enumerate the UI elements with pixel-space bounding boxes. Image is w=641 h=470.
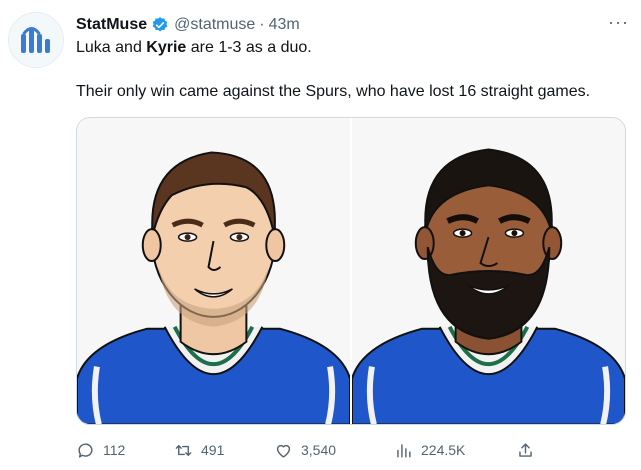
like-count: 3,540 — [301, 442, 337, 458]
reply-button[interactable]: 112 — [76, 438, 125, 462]
timestamp[interactable]: 43m — [269, 16, 300, 34]
share-button[interactable] — [516, 438, 535, 462]
retweet-count: 491 — [201, 442, 225, 458]
tweet-text-line-1: Luka and Kyrie are 1-3 as a duo. — [76, 38, 621, 58]
separator: · — [259, 16, 265, 33]
like-button[interactable]: 3,540 — [274, 438, 336, 462]
reply-count: 112 — [103, 442, 126, 458]
author-name[interactable]: StatMuse — [76, 16, 147, 34]
retweet-icon — [175, 444, 192, 456]
avatar[interactable] — [8, 12, 64, 68]
reply-icon — [78, 442, 93, 458]
player-illustration-right[interactable] — [352, 118, 625, 424]
tweet-actions: 112 491 3,540 224.5K — [76, 438, 626, 462]
author-handle[interactable]: @statmuse — [174, 16, 255, 34]
verified-badge-icon — [151, 16, 169, 34]
media-grid — [76, 117, 626, 425]
views-count: 224.5K — [421, 442, 466, 458]
player-illustration-left[interactable] — [77, 118, 352, 424]
more-icon[interactable]: ··· — [608, 12, 629, 33]
retweet-button[interactable]: 491 — [174, 438, 224, 462]
tweet-text-prefix: Luka and — [76, 39, 147, 56]
share-icon — [519, 442, 532, 457]
views-button[interactable]: 224.5K — [394, 438, 465, 462]
statmuse-logo-icon — [21, 27, 50, 53]
tweet-header: StatMuse @statmuse · 43m ··· — [76, 12, 629, 36]
tweet-text-line-2: Their only win came against the Spurs, w… — [76, 83, 591, 100]
like-icon — [276, 444, 291, 458]
tweet-text-bold: Kyrie — [146, 39, 187, 56]
views-icon — [397, 443, 411, 458]
tweet-text-suffix: are 1-3 as a duo. — [186, 39, 312, 56]
